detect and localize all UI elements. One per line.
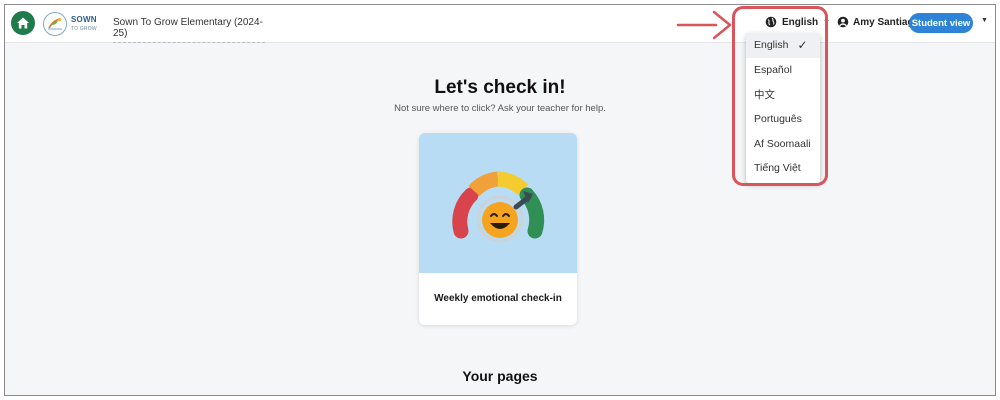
emotional-checkin-card[interactable]: Weekly emotional check-in [419, 133, 577, 325]
logo-line1: SOWN [71, 14, 97, 24]
annotation-arrow [676, 10, 732, 40]
user-circle-icon [837, 16, 849, 28]
app-window: SOWN TO GROW Sown To Grow Elementary (20… [4, 4, 996, 396]
student-view-button[interactable]: Student view [909, 13, 973, 33]
class-selector[interactable]: Sown To Grow Elementary (2024-25) [113, 17, 265, 43]
chevron-down-icon[interactable]: ▼ [981, 17, 988, 24]
sown-to-grow-logo[interactable]: SOWN TO GROW [43, 10, 101, 38]
home-button[interactable] [11, 11, 35, 35]
logo-line2: TO GROW [71, 25, 97, 32]
home-icon [17, 17, 29, 29]
top-bar: SOWN TO GROW Sown To Grow Elementary (20… [5, 5, 995, 43]
user-menu[interactable]: Amy Santiago [837, 16, 920, 28]
section-title: Your pages [462, 368, 538, 384]
page-subtitle: Not sure where to click? Ask your teache… [394, 103, 606, 114]
page-title: Let's check in! [434, 77, 566, 98]
emotion-gauge-illustration [452, 171, 545, 243]
annotation-highlight-box [732, 6, 828, 186]
logo-text: SOWN TO GROW [71, 14, 97, 33]
card-image [419, 133, 577, 273]
card-label: Weekly emotional check-in [434, 293, 562, 304]
logo-mark-icon [43, 12, 67, 36]
